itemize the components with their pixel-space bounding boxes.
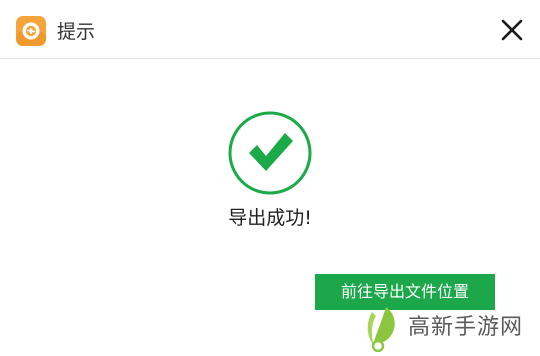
success-message: 导出成功! — [228, 207, 312, 229]
title-bar: 提示 — [0, 0, 540, 59]
close-icon[interactable] — [499, 17, 525, 43]
leaf-logo-icon — [367, 307, 395, 352]
watermark: 高新手游网 — [358, 300, 540, 356]
watermark-text: 高新手游网 — [408, 315, 524, 340]
check-circle-icon — [228, 111, 312, 195]
export-success-dialog: 提示 导出成功! 前往导出文件位置 高新手游网 — [0, 0, 540, 356]
dialog-title: 提示 — [57, 21, 96, 43]
app-logo-icon — [16, 16, 46, 46]
